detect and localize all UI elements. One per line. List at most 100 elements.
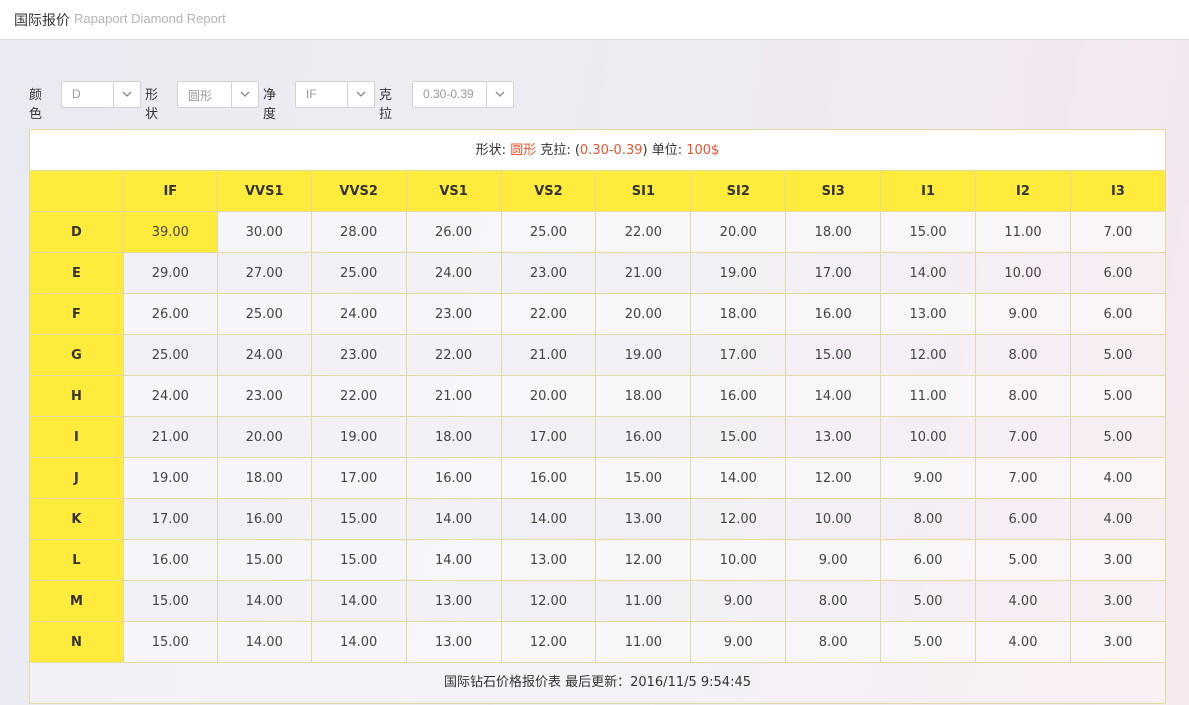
price-cell: 9.00 (690, 621, 787, 663)
price-cell: 12.00 (500, 621, 597, 663)
clarity-filter-label: 净度 (263, 88, 277, 122)
chevron-down-icon[interactable] (113, 82, 140, 107)
price-cell: 10.00 (880, 416, 977, 458)
clarity-select[interactable]: IF (295, 81, 375, 108)
column-header: VVS2 (310, 170, 407, 212)
price-cell: 23.00 (405, 293, 502, 335)
price-cell: 14.00 (405, 498, 502, 540)
price-cell: 14.00 (216, 621, 312, 663)
price-cell: 16.00 (785, 293, 882, 335)
price-cell: 6.00 (1069, 252, 1167, 294)
price-cell: 17.00 (690, 334, 787, 376)
carat-select[interactable]: 0.30-0.39 (412, 81, 514, 108)
table-row: M 15.00 14.00 14.00 13.00 12.00 11.00 9.00 8.00 5… (29, 580, 1167, 622)
table-row: D 39.00 30.00 28.00 26.00 25.00 22.00 20.00 18.0… (29, 211, 1167, 253)
price-cell: 20.00 (595, 293, 692, 335)
price-cell: 6.00 (975, 498, 1071, 540)
price-cell: 14.00 (880, 252, 977, 294)
table-row: F 26.00 25.00 24.00 23.00 22.00 20.00 18.00 16.0… (29, 293, 1167, 335)
price-cell: 16.00 (216, 498, 312, 540)
table-footer: 国际钻石价格报价表 最后更新：2016/11/5 9:54:45 (29, 662, 1166, 704)
caption-shape-value: 圆形 (510, 143, 537, 158)
color-select-value: D (72, 87, 81, 101)
price-cell: 15.00 (310, 498, 407, 540)
price-cell: 25.00 (500, 211, 597, 253)
price-cell: 5.00 (975, 539, 1071, 581)
price-cell: 16.00 (405, 457, 502, 499)
price-cell: 9.00 (975, 293, 1071, 335)
page-title: 国际报价 (14, 13, 70, 29)
price-cell: 14.00 (500, 498, 597, 540)
price-cell: 20.00 (216, 416, 312, 458)
row-header: M (29, 580, 124, 622)
price-cell: 18.00 (690, 293, 787, 335)
column-header: SI3 (785, 170, 882, 212)
price-cell: 19.00 (310, 416, 407, 458)
row-header: J (29, 457, 124, 499)
price-cell: 4.00 (975, 580, 1071, 622)
price-cell: 11.00 (880, 375, 977, 417)
price-cell: 13.00 (405, 621, 502, 663)
row-header: K (29, 498, 124, 540)
column-header: VS1 (405, 170, 502, 212)
table-row: L 16.00 15.00 15.00 14.00 13.00 12.00 10.00 9.00… (29, 539, 1167, 581)
caption-unit-value: 100$ (686, 143, 720, 158)
price-cell: 23.00 (500, 252, 597, 294)
table-row: N 15.00 14.00 14.00 13.00 12.00 11.00 9.00 8.00 5… (29, 621, 1167, 663)
price-table: IF VVS1 VVS2 VS1 VS2 SI1 SI2 SI3 I1 I2 I3 D 39.00 30… (29, 170, 1167, 663)
price-cell: 21.00 (122, 416, 218, 458)
price-cell: 25.00 (310, 252, 407, 294)
corner-cell (29, 170, 124, 212)
price-cell: 12.00 (595, 539, 692, 581)
row-header: D (29, 211, 124, 253)
price-cell: 13.00 (595, 498, 692, 540)
shape-select-value: 圆形 (188, 89, 213, 103)
price-cell: 22.00 (310, 375, 407, 417)
table-header-row: IF VVS1 VVS2 VS1 VS2 SI1 SI2 SI3 I1 I2 I3 (29, 170, 1167, 212)
price-cell: 17.00 (500, 416, 597, 458)
price-cell: 24.00 (310, 293, 407, 335)
price-cell: 11.00 (595, 621, 692, 663)
column-header: IF (122, 170, 218, 212)
price-cell: 8.00 (975, 375, 1071, 417)
color-select[interactable]: D (61, 81, 141, 108)
price-card: 形状: 圆形 克拉: (0.30-0.39) 单位: 100$ IF VVS1 VV… (29, 129, 1167, 704)
price-cell: 7.00 (975, 416, 1071, 458)
caption-carat-value: 0.30-0.39 (579, 143, 643, 158)
price-cell: 14.00 (690, 457, 787, 499)
price-cell: 8.00 (785, 621, 882, 663)
chevron-down-icon[interactable] (347, 82, 374, 107)
price-cell: 27.00 (216, 252, 312, 294)
price-cell: 20.00 (500, 375, 597, 417)
price-cell: 5.00 (1069, 334, 1167, 376)
price-cell: 15.00 (880, 211, 977, 253)
table-row: J 19.00 18.00 17.00 16.00 16.00 15.00 14.00 12.0… (29, 457, 1167, 499)
shape-select[interactable]: 圆形 (177, 81, 259, 108)
price-cell: 15.00 (690, 416, 787, 458)
price-cell: 26.00 (122, 293, 218, 335)
price-cell: 8.00 (880, 498, 977, 540)
table-row: I 21.00 20.00 19.00 18.00 17.00 16.00 15.00 13.0… (29, 416, 1167, 458)
column-header: I3 (1069, 170, 1167, 212)
price-cell: 13.00 (405, 580, 502, 622)
price-cell: 24.00 (122, 375, 218, 417)
caption-shape-label: 形状: (475, 143, 511, 158)
chevron-down-icon[interactable] (486, 82, 513, 107)
price-cell: 24.00 (405, 252, 502, 294)
chevron-down-icon[interactable] (231, 82, 258, 107)
price-cell: 23.00 (216, 375, 312, 417)
price-cell: 8.00 (785, 580, 882, 622)
price-cell: 7.00 (975, 457, 1071, 499)
price-cell: 17.00 (122, 498, 218, 540)
price-cell: 18.00 (785, 211, 882, 253)
price-cell: 15.00 (595, 457, 692, 499)
price-cell: 28.00 (310, 211, 407, 253)
price-cell: 6.00 (880, 539, 977, 581)
price-cell: 13.00 (500, 539, 597, 581)
price-cell: 29.00 (122, 252, 218, 294)
price-cell: 25.00 (122, 334, 218, 376)
price-cell: 9.00 (785, 539, 882, 581)
price-cell: 16.00 (690, 375, 787, 417)
price-cell: 13.00 (785, 416, 882, 458)
price-cell: 16.00 (122, 539, 218, 581)
